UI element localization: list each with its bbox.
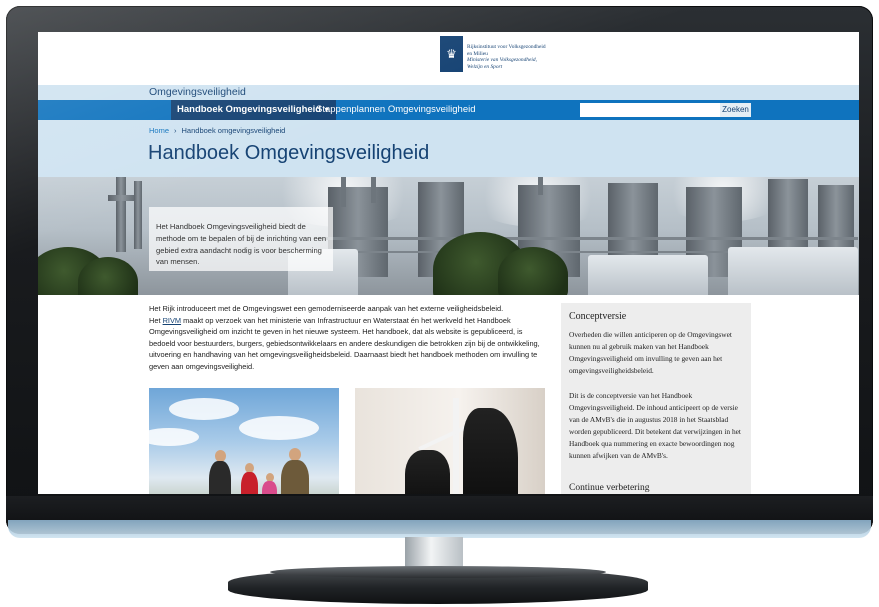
breadcrumb: Home › Handboek omgevingsveiligheid: [149, 126, 285, 135]
monitor-rim: [8, 520, 871, 538]
nav-item-stappenplannen[interactable]: Stappenplannen Omgevingsveiligheid: [316, 100, 476, 120]
rivm-link[interactable]: RIVM: [163, 316, 181, 325]
breadcrumb-separator: ›: [174, 126, 177, 135]
site-name[interactable]: Omgevingsveiligheid: [149, 86, 246, 98]
search-input[interactable]: [580, 103, 724, 117]
intro-prefix: Het: [149, 315, 163, 325]
org-line-2: en Milieu: [467, 50, 488, 57]
hero-caption: Het Handboek Omgevingsveiligheid biedt d…: [156, 222, 327, 267]
breadcrumb-home[interactable]: Home: [149, 126, 169, 135]
sidebar-heading: Conceptversie: [569, 311, 627, 322]
family-photo[interactable]: [149, 388, 339, 494]
intro-paragraph: Het RIVM maakt op verzoek van het minist…: [149, 315, 544, 373]
org-line-3: Ministerie van Volksgezondheid,: [467, 57, 537, 64]
sidebar-paragraph-1: Overheden die willen anticiperen op de O…: [569, 330, 732, 375]
government-header: ♛ Rijksinstituut voor Volksgezondheid en…: [38, 32, 859, 85]
organisation-name: Rijksinstituut voor Volksgezondheid en M…: [467, 44, 546, 70]
page-header: Home › Handboek omgevingsveiligheid Handbo…: [38, 120, 859, 177]
org-line-4: Welzijn en Sport: [467, 63, 503, 70]
breadcrumb-current: Handboek omgevingsveiligheid: [181, 126, 286, 135]
intro-line-1: Het Rijk introduceert met de Omgevingswe…: [149, 304, 504, 313]
sidebar-paragraph-2: Dit is de conceptversie van het Handboek…: [569, 391, 741, 460]
sidebar-heading-2: Continue verbetering: [569, 483, 650, 493]
search-button[interactable]: Zoeken: [720, 103, 751, 117]
screen: ♛ Rijksinstituut voor Volksgezondheid en…: [38, 32, 859, 494]
coat-of-arms-logo[interactable]: ♛: [440, 36, 463, 72]
org-line-1: Rijksinstituut voor Volksgezondheid: [467, 44, 546, 50]
coat-rack-photo[interactable]: [355, 388, 545, 494]
nav-item-handboek-label: Handboek Omgevingsveiligheid: [177, 104, 322, 115]
site-name-bar: Omgevingsveiligheid: [38, 85, 859, 100]
main-content: Het Rijk introduceert met de Omgevingswe…: [38, 295, 859, 494]
monitor-stand-top: [270, 566, 606, 578]
nav-item-handboek[interactable]: Handboek Omgevingsveiligheid ▼: [171, 100, 337, 120]
page-title: Handboek Omgevingsveiligheid: [148, 142, 430, 164]
conceptversie-sidebar: Conceptversie Overheden die willen antic…: [561, 303, 751, 494]
main-navigation: ⌂ Handboek Omgevingsveiligheid▼ Stappenp…: [38, 100, 859, 120]
intro-rest: maakt op verzoek van het ministerie van …: [149, 315, 540, 371]
hero-banner-image: Het Handboek Omgevingsveiligheid biedt d…: [38, 177, 859, 295]
intro-text: Het Rijk introduceert met de Omgevingswe…: [149, 303, 544, 373]
